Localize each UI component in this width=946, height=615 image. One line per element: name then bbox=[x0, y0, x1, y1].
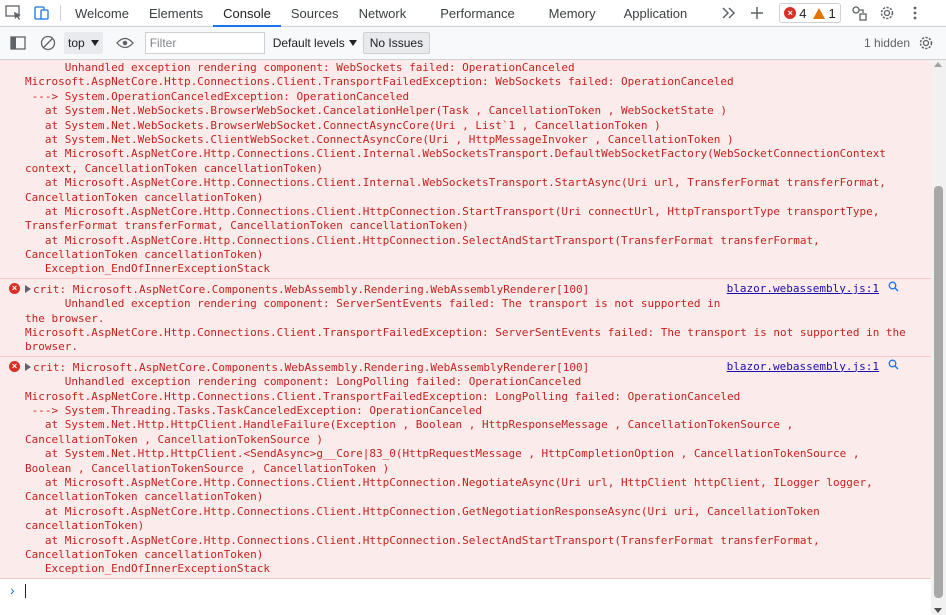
scrollbar-thumb[interactable] bbox=[934, 186, 943, 598]
issues-counter-badge[interactable]: × 4 1 bbox=[779, 3, 841, 23]
scroll-down-arrow-icon[interactable] bbox=[934, 608, 942, 613]
filter-input[interactable] bbox=[144, 32, 265, 54]
chevron-down-icon bbox=[90, 40, 99, 46]
tab-sources-label: Sources bbox=[290, 5, 339, 21]
tab-sources[interactable]: Sources bbox=[281, 0, 349, 26]
warning-count: 1 bbox=[828, 5, 836, 21]
clear-console-icon[interactable] bbox=[36, 31, 60, 55]
prompt-chevron-icon: › bbox=[10, 581, 15, 598]
error-count: 4 bbox=[799, 5, 807, 21]
show-sidebar-icon[interactable] bbox=[6, 31, 30, 55]
search-icon[interactable] bbox=[888, 281, 899, 295]
console-prompt[interactable]: › bbox=[0, 579, 931, 601]
no-issues-label: No Issues bbox=[369, 36, 424, 50]
device-emulation-icon[interactable] bbox=[28, 0, 56, 26]
more-tabs-chevron-icon[interactable] bbox=[715, 0, 743, 26]
tab-elements-label: Elements bbox=[148, 5, 204, 21]
message-header: crit: Microsoft.AspNetCore.Components.We… bbox=[33, 360, 590, 374]
error-count-icon: × bbox=[784, 7, 797, 19]
message-line: the browser. bbox=[25, 311, 105, 325]
tab-memory-label: Memory bbox=[548, 5, 596, 21]
message-line: ---> System.Threading.Tasks.TaskCanceled… bbox=[25, 403, 482, 417]
console-error-message: × blazor.webassembly.js:1 crit: Microsof… bbox=[0, 278, 931, 357]
message-line: at Microsoft.AspNetCore.Http.Connections… bbox=[25, 233, 820, 247]
tab-elements[interactable]: Elements bbox=[139, 0, 213, 26]
log-levels-label: Default levels bbox=[272, 36, 345, 50]
tab-performance[interactable]: Performance bbox=[416, 0, 526, 26]
devtools-tab-bar: Welcome Elements Console Sources Network… bbox=[0, 0, 946, 27]
message-line: TransferFormat transferFormat, Cancellat… bbox=[25, 219, 469, 233]
tab-application-label: Application bbox=[623, 5, 688, 21]
execution-context-value: top bbox=[68, 36, 85, 50]
tab-network-label: Network bbox=[358, 5, 407, 21]
tab-memory[interactable]: Memory bbox=[527, 0, 614, 26]
message-line: CancellationToken , CancellationTokenSou… bbox=[25, 432, 324, 446]
message-line: at System.Net.Http.HttpClient.<SendAsync… bbox=[25, 447, 860, 461]
message-line: at System.Net.WebSockets.BrowserWebSocke… bbox=[25, 104, 727, 118]
message-line: Exception_EndOfInnerExceptionStack bbox=[25, 562, 271, 576]
tab-welcome[interactable]: Welcome bbox=[65, 0, 139, 26]
tab-separator bbox=[60, 5, 61, 21]
message-line: Exception_EndOfInnerExceptionStack bbox=[25, 262, 271, 276]
more-options-icon[interactable] bbox=[901, 0, 929, 26]
console-toolbar: top Default levels No Issues 1 hidden bbox=[0, 27, 946, 60]
message-line: Unhandled exception rendering component:… bbox=[25, 375, 582, 389]
execution-context-select[interactable]: top bbox=[64, 32, 103, 54]
message-header: crit: Microsoft.AspNetCore.Components.We… bbox=[33, 282, 590, 296]
expand-triangle-icon[interactable] bbox=[25, 362, 31, 371]
tab-performance-label: Performance bbox=[440, 5, 515, 21]
search-icon[interactable] bbox=[888, 359, 899, 373]
tab-console-label: Console bbox=[223, 5, 271, 21]
message-line: CancellationToken cancellationToken) bbox=[25, 490, 264, 504]
chevron-down-icon bbox=[348, 40, 357, 46]
inspect-element-icon[interactable] bbox=[0, 0, 28, 26]
message-line: at Microsoft.AspNetCore.Http.Connections… bbox=[25, 204, 880, 218]
message-line: CancellationToken cancellationToken) bbox=[25, 547, 264, 561]
message-line: CancellationToken cancellationToken) bbox=[25, 190, 264, 204]
console-messages: Unhandled exception rendering component:… bbox=[0, 60, 931, 615]
message-line: ---> System.OperationCanceledException: … bbox=[25, 89, 410, 103]
message-line: at Microsoft.AspNetCore.Http.Connections… bbox=[25, 176, 886, 190]
tab-application[interactable]: Application bbox=[614, 0, 698, 26]
live-expression-eye-icon[interactable] bbox=[113, 31, 137, 55]
add-tab-plus-icon[interactable] bbox=[743, 0, 771, 26]
message-line: at Microsoft.AspNetCore.Http.Connections… bbox=[25, 147, 886, 161]
message-line: Microsoft.AspNetCore.Http.Connections.Cl… bbox=[25, 389, 741, 403]
message-line: browser. bbox=[25, 340, 78, 354]
tab-console[interactable]: Console bbox=[213, 0, 281, 27]
message-line: at Microsoft.AspNetCore.Http.Connections… bbox=[25, 475, 873, 489]
source-link[interactable]: blazor.webassembly.js:1 bbox=[727, 360, 879, 373]
message-line: at System.Net.Http.HttpClient.HandleFail… bbox=[25, 418, 794, 432]
console-error-message: × blazor.webassembly.js:1 crit: Microsof… bbox=[0, 356, 931, 579]
tab-network[interactable]: Network bbox=[349, 0, 417, 26]
message-line: Microsoft.AspNetCore.Http.Connections.Cl… bbox=[25, 75, 734, 89]
message-line: CancellationToken cancellationToken) bbox=[25, 248, 264, 262]
message-line: context, CancellationToken cancellationT… bbox=[25, 161, 324, 175]
no-issues-button[interactable]: No Issues bbox=[362, 32, 431, 54]
scroll-up-arrow-icon[interactable] bbox=[934, 62, 942, 67]
message-line: cancellationToken) bbox=[25, 519, 145, 533]
message-line: at Microsoft.AspNetCore.Http.Connections… bbox=[25, 533, 820, 547]
message-line: Unhandled exception rendering component:… bbox=[25, 61, 575, 74]
console-scrollbar[interactable] bbox=[931, 60, 946, 615]
customize-connections-icon[interactable] bbox=[845, 0, 873, 26]
hidden-messages-count: 1 hidden bbox=[863, 36, 910, 50]
source-link[interactable]: blazor.webassembly.js:1 bbox=[727, 282, 879, 295]
error-icon: × bbox=[9, 282, 20, 294]
error-icon: × bbox=[9, 360, 20, 372]
settings-gear-icon[interactable] bbox=[873, 0, 901, 26]
message-line: at Microsoft.AspNetCore.Http.Connections… bbox=[25, 504, 820, 518]
console-settings-gear-icon[interactable] bbox=[914, 31, 938, 55]
message-line: at System.Net.WebSockets.BrowserWebSocke… bbox=[25, 118, 661, 132]
message-line: at System.Net.WebSockets.ClientWebSocket… bbox=[25, 132, 734, 146]
log-levels-dropdown[interactable]: Default levels bbox=[273, 36, 357, 50]
console-error-message: Unhandled exception rendering component:… bbox=[0, 60, 931, 279]
message-line: Microsoft.AspNetCore.Http.Connections.Cl… bbox=[25, 326, 906, 340]
expand-triangle-icon[interactable] bbox=[25, 284, 31, 293]
text-caret bbox=[25, 583, 26, 598]
warning-count-icon bbox=[813, 7, 826, 19]
message-line: Boolean , CancellationTokenSource , Canc… bbox=[25, 461, 390, 475]
message-line: Unhandled exception rendering component:… bbox=[25, 297, 721, 311]
tab-welcome-label: Welcome bbox=[75, 5, 129, 21]
